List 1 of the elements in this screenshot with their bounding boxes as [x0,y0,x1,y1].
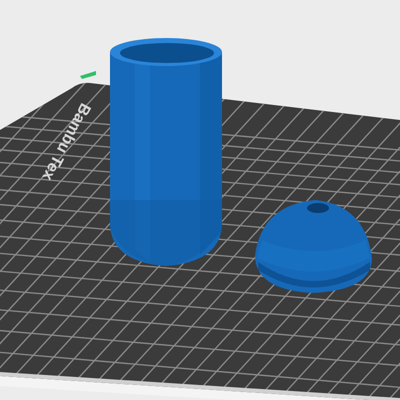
origin-marker-icon [80,71,96,79]
